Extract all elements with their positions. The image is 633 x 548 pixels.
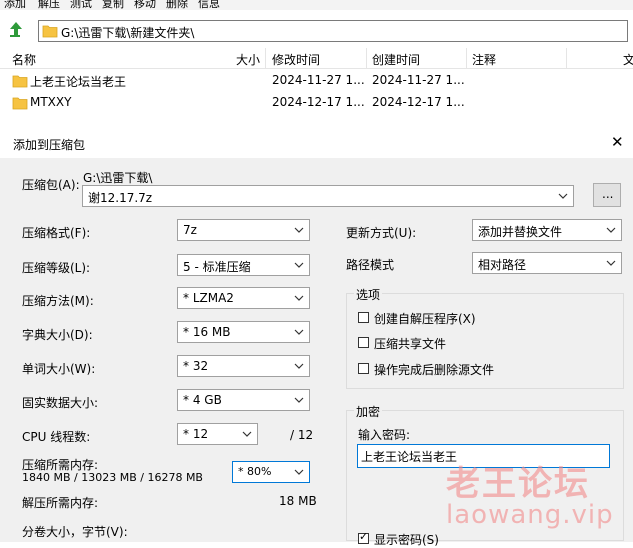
file-modified: 2024-12-17 1... — [272, 95, 365, 109]
dmem-label: 解压所需内存: — [22, 496, 99, 510]
chevron-down-icon — [294, 262, 304, 268]
folder-icon — [12, 97, 28, 110]
dmem-value: 18 MB — [279, 494, 317, 508]
file-name: 上老王论坛当老王 — [30, 75, 127, 89]
solid-label: 固实数据大小: — [22, 396, 99, 410]
watermark-logo: 老王论坛 — [446, 464, 590, 504]
password-label: 输入密码: — [358, 428, 411, 442]
close-icon[interactable]: ✕ — [611, 133, 624, 151]
menu-delete[interactable]: 删除 — [166, 0, 188, 10]
method-value: * LZMA2 — [183, 291, 234, 305]
word-select[interactable]: * 32 — [177, 355, 310, 377]
password-value: 上老王论坛当老王 — [361, 450, 458, 464]
chevron-down-icon — [558, 193, 568, 199]
file-name: MTXXY — [30, 95, 72, 109]
pathmode-value: 相对路径 — [478, 258, 527, 272]
shared-label: 压缩共享文件 — [374, 337, 447, 351]
folder-icon — [42, 25, 58, 38]
chevron-down-icon — [294, 397, 304, 403]
menu-bar: 添加 解压 测试 复制 移动 删除 信息 — [0, 0, 633, 10]
col-modified[interactable]: 修改时间 — [272, 51, 320, 68]
mem-select[interactable]: * 80% — [232, 461, 310, 483]
path-text: G:\迅雷下载\新建文件夹\ — [61, 26, 195, 40]
archive-label: 压缩包(A): — [22, 178, 80, 192]
dialog-title: 添加到压缩包 — [13, 138, 86, 152]
format-label: 压缩格式(F): — [22, 226, 91, 240]
update-value: 添加并替换文件 — [478, 225, 563, 239]
file-created: 2024-11-27 1... — [372, 73, 465, 87]
level-value: 5 - 标准压缩 — [183, 260, 251, 274]
cpu-total: / 12 — [290, 428, 314, 442]
update-select[interactable]: 添加并替换文件 — [472, 219, 622, 241]
word-value: * 32 — [183, 359, 209, 373]
format-value: 7z — [183, 223, 197, 237]
word-label: 单词大小(W): — [22, 362, 96, 376]
sfx-checkbox[interactable] — [358, 312, 369, 323]
chevron-down-icon — [294, 469, 304, 475]
mem-value: * 80% — [238, 465, 272, 478]
col-comment[interactable]: 注释 — [472, 51, 496, 68]
method-label: 压缩方法(M): — [22, 294, 94, 308]
sfx-label: 创建自解压程序(X) — [374, 312, 476, 326]
menu-move[interactable]: 移动 — [134, 0, 156, 10]
pathmode-select[interactable]: 相对路径 — [472, 252, 622, 274]
watermark-url: laowang.vip — [446, 500, 614, 530]
show-password-label: 显示密码(S) — [374, 533, 439, 547]
path-input[interactable]: G:\迅雷下载\新建文件夹\ — [38, 20, 628, 42]
folder-icon — [12, 75, 28, 88]
encryption-title: 加密 — [354, 403, 383, 420]
method-select[interactable]: * LZMA2 — [177, 287, 310, 309]
chevron-down-icon — [242, 431, 252, 437]
mem-detail: 1840 MB / 13023 MB / 16278 MB — [22, 471, 203, 484]
dialog-titlebar: 添加到压缩包 ✕ — [0, 128, 633, 158]
chevron-down-icon — [294, 295, 304, 301]
browse-button[interactable]: ... — [593, 183, 621, 207]
chevron-down-icon — [294, 363, 304, 369]
col-created[interactable]: 创建时间 — [372, 51, 420, 68]
cpu-value: * 12 — [183, 427, 209, 441]
col-extra[interactable]: 文 — [623, 51, 633, 68]
dict-select[interactable]: * 16 MB — [177, 321, 310, 343]
file-row[interactable]: MTXXY 2024-12-17 1... 2024-12-17 1... — [0, 92, 633, 113]
shared-checkbox[interactable] — [358, 337, 369, 348]
update-label: 更新方式(U): — [346, 226, 417, 240]
level-label: 压缩等级(L): — [22, 261, 91, 275]
delete-source-label: 操作完成后删除源文件 — [374, 363, 495, 377]
menu-copy[interactable]: 复制 — [102, 0, 124, 10]
cpu-label: CPU 线程数: — [22, 430, 91, 444]
col-name[interactable]: 名称 — [12, 51, 36, 68]
menu-add[interactable]: 添加 — [4, 0, 26, 10]
dict-label: 字典大小(D): — [22, 328, 93, 342]
menu-test[interactable]: 测试 — [70, 0, 92, 10]
format-select[interactable]: 7z — [177, 219, 310, 241]
split-label: 分卷大小，字节(V): — [22, 525, 128, 539]
chevron-down-icon — [606, 227, 616, 233]
chevron-down-icon — [606, 260, 616, 266]
file-row[interactable]: 上老王论坛当老王 2024-11-27 1... 2024-11-27 1... — [0, 70, 633, 91]
menu-extract[interactable]: 解压 — [38, 0, 60, 10]
pathmode-label: 路径模式 — [346, 258, 395, 272]
archive-name-value: 谢12.17.7z — [88, 191, 153, 205]
dict-value: * 16 MB — [183, 325, 231, 339]
up-arrow-icon — [10, 22, 22, 37]
archive-dir: G:\迅雷下载\ — [83, 171, 153, 185]
file-modified: 2024-11-27 1... — [272, 73, 365, 87]
chevron-down-icon — [294, 329, 304, 335]
col-size[interactable]: 大小 — [236, 51, 260, 68]
archive-name-combo[interactable]: 谢12.17.7z — [82, 185, 574, 207]
delete-source-checkbox[interactable] — [358, 363, 369, 374]
menu-info[interactable]: 信息 — [198, 0, 220, 10]
level-select[interactable]: 5 - 标准压缩 — [177, 254, 310, 276]
show-password-checkbox[interactable] — [358, 530, 369, 544]
file-created: 2024-12-17 1... — [372, 95, 465, 109]
options-title: 选项 — [354, 286, 383, 303]
cpu-select[interactable]: * 12 — [177, 423, 258, 445]
up-folder-button[interactable] — [6, 19, 28, 41]
chevron-down-icon — [294, 227, 304, 233]
solid-select[interactable]: * 4 GB — [177, 389, 310, 411]
solid-value: * 4 GB — [183, 393, 222, 407]
file-list-header: 名称 大小 修改时间 创建时间 注释 文 — [0, 48, 633, 69]
